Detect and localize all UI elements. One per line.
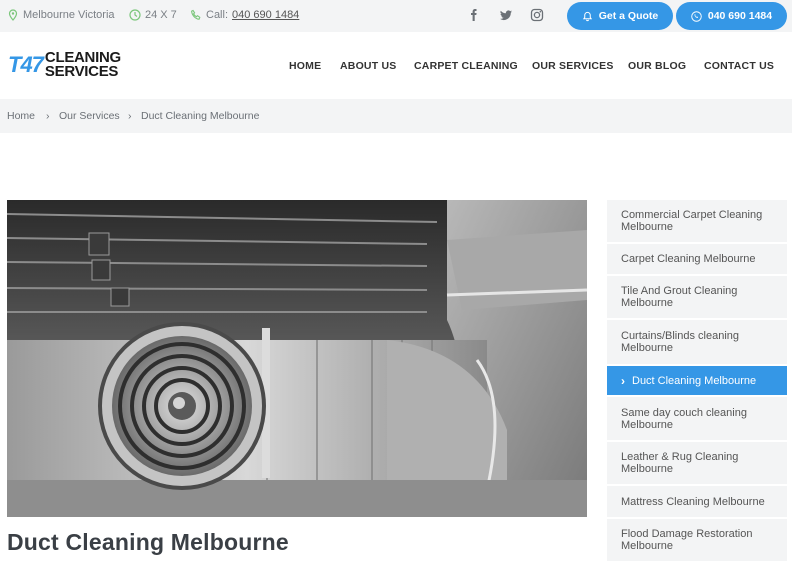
logo-words: CLEANING SERVICES: [44, 50, 121, 80]
site-logo[interactable]: T47 CLEANING SERVICES: [8, 50, 121, 80]
side-menu-item-carpet-cleaning[interactable]: Carpet Cleaning Melbourne: [607, 244, 787, 276]
side-menu-item-commercial-carpet[interactable]: Commercial Carpet Cleaning Melbourne: [607, 200, 787, 244]
phone-icon: [691, 10, 702, 22]
duct-photo-illustration: [7, 200, 587, 517]
nav-home[interactable]: HOME: [289, 60, 321, 72]
side-menu-item-flood-damage[interactable]: Flood Damage Restoration Melbourne: [607, 519, 787, 563]
twitter-icon[interactable]: [499, 8, 513, 22]
phone-button-label: 040 690 1484: [707, 10, 773, 22]
breadcrumb-separator: ›: [46, 110, 50, 122]
breadcrumb-our-services[interactable]: Our Services: [59, 110, 120, 122]
page-title: Duct Cleaning Melbourne: [7, 529, 289, 555]
side-menu-item-label: Duct Cleaning Melbourne: [632, 374, 757, 387]
phone-icon: [191, 9, 201, 20]
get-a-quote-button[interactable]: Get a Quote: [567, 2, 673, 30]
top-bar: Melbourne Victoria 24 X 7 Call: 040 690 …: [0, 0, 792, 32]
side-menu-item-label: Flood Damage Restoration Melbourne: [621, 528, 753, 552]
breadcrumb-current: Duct Cleaning Melbourne: [141, 110, 260, 122]
side-menu-item-label: Leather & Rug Cleaning Melbourne: [621, 451, 739, 475]
bell-icon: [582, 11, 592, 21]
breadcrumb: Home › Our Services › Duct Cleaning Melb…: [0, 99, 792, 133]
side-menu-item-curtains-blinds[interactable]: Curtains/Blinds cleaning Melbourne: [607, 320, 787, 366]
facebook-icon[interactable]: [467, 8, 481, 22]
nav-about-us[interactable]: ABOUT US: [340, 60, 396, 72]
clock-icon: [129, 9, 141, 21]
map-pin-icon: [8, 9, 18, 21]
nav-our-services[interactable]: OUR SERVICES: [532, 60, 614, 72]
nav-carpet-cleaning[interactable]: CARPET CLEANING: [414, 60, 518, 72]
side-menu-item-same-day-couch[interactable]: Same day couch cleaning Melbourne: [607, 397, 787, 442]
call-info: Call: 040 690 1484: [190, 9, 299, 21]
call-number-link[interactable]: 040 690 1484: [232, 9, 299, 21]
side-menu-item-label: Same day couch cleaning Melbourne: [621, 406, 747, 431]
services-side-menu: Commercial Carpet Cleaning Melbourne Car…: [607, 200, 787, 563]
side-menu-item-label: Curtains/Blinds cleaning Melbourne: [621, 330, 740, 354]
hours-text: 24 X 7: [145, 9, 177, 21]
side-menu-item-label: Carpet Cleaning Melbourne: [621, 253, 756, 265]
location-text: Melbourne Victoria: [23, 9, 115, 21]
side-menu-item-tile-grout[interactable]: Tile And Grout Cleaning Melbourne: [607, 276, 787, 320]
side-menu-item-leather-rug[interactable]: Leather & Rug Cleaning Melbourne: [607, 442, 787, 486]
chevron-right-icon: ›: [621, 373, 625, 388]
get-a-quote-label: Get a Quote: [598, 10, 659, 22]
hours-info: 24 X 7: [129, 9, 177, 21]
duct-photo: [7, 200, 587, 517]
call-label: Call:: [206, 9, 229, 21]
side-menu-item-duct-cleaning[interactable]: › Duct Cleaning Melbourne: [607, 366, 787, 397]
side-menu-item-label: Tile And Grout Cleaning Melbourne: [621, 285, 738, 309]
breadcrumb-separator: ›: [128, 110, 132, 122]
logo-mark: T47: [8, 52, 44, 77]
nav-our-blog[interactable]: OUR BLOG: [628, 60, 686, 72]
side-menu-item-label: Commercial Carpet Cleaning Melbourne: [621, 209, 763, 233]
side-menu-item-mattress[interactable]: Mattress Cleaning Melbourne: [607, 486, 787, 519]
phone-button[interactable]: 040 690 1484: [676, 2, 787, 30]
location-info: Melbourne Victoria: [7, 9, 115, 21]
nav-contact-us[interactable]: CONTACT US: [704, 60, 774, 72]
logo-line-2: SERVICES: [44, 63, 119, 80]
instagram-icon[interactable]: [530, 8, 544, 22]
site-header: T47 CLEANING SERVICES HOME ABOUT US CARP…: [0, 32, 792, 99]
breadcrumb-home[interactable]: Home: [7, 110, 35, 122]
side-menu-item-label: Mattress Cleaning Melbourne: [621, 495, 765, 508]
